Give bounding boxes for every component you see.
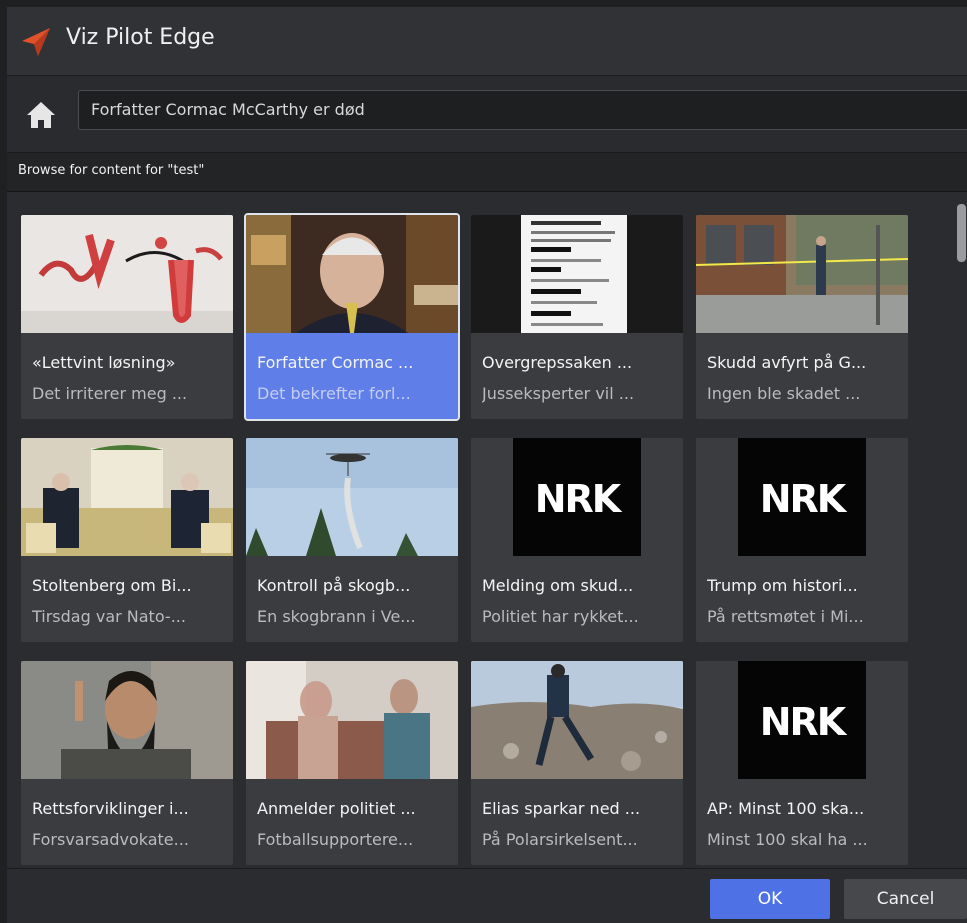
card-subtitle: Minst 100 skal ha ... — [707, 830, 868, 849]
card-subtitle: På rettsmøtet i Mi... — [707, 607, 864, 626]
content-card[interactable]: Skudd avfyrt på G... Ingen ble skadet ..… — [696, 215, 908, 419]
card-subtitle: Politiet har rykket... — [482, 607, 639, 626]
card-subtitle: Jusseksperter vil ... — [482, 384, 635, 403]
content-card[interactable]: NRK Melding om skud... Politiet har rykk… — [471, 438, 683, 642]
cancel-button[interactable]: Cancel — [844, 879, 967, 919]
viz-logo-icon — [22, 28, 50, 56]
content-card[interactable]: Anmelder politiet ... Fotballsupportere.… — [246, 661, 458, 865]
content-card[interactable]: Rettsforviklinger i... Forsvarsadvokate.… — [21, 661, 233, 865]
card-subtitle: Det bekrefter forl... — [257, 384, 411, 403]
content-card[interactable]: NRK Trump om histori... På rettsmøtet i … — [696, 438, 908, 642]
content-card-selected[interactable]: Forfatter Cormac ... Det bekrefter forl.… — [244, 213, 460, 421]
card-thumbnail — [696, 215, 908, 333]
card-title: Overgrepssaken ... — [482, 353, 633, 372]
nrk-logo-icon: NRK — [738, 661, 866, 779]
card-subtitle: En skogbrann i Ve... — [257, 607, 416, 626]
content-card[interactable]: Overgrepssaken ... Jusseksperter vil ... — [471, 215, 683, 419]
app-window: Viz Pilot Edge Forfatter Cormac McCarthy… — [7, 7, 967, 923]
card-subtitle: Det irriterer meg ... — [32, 384, 188, 403]
card-subtitle: Fotballsupportere... — [257, 830, 414, 849]
address-bar: Forfatter Cormac McCarthy er død — [7, 76, 967, 153]
nrk-logo-icon: NRK — [513, 438, 641, 556]
scrollbar-track[interactable] — [947, 192, 967, 868]
app-title: Viz Pilot Edge — [66, 25, 215, 50]
card-title: «Lettvint løsning» — [32, 353, 176, 372]
card-thumbnail — [471, 661, 683, 779]
home-icon[interactable] — [25, 100, 57, 130]
card-title: Rettsforviklinger i... — [32, 799, 189, 818]
content-card[interactable]: NRK AP: Minst 100 ska... Minst 100 skal … — [696, 661, 908, 865]
card-thumbnail: NRK — [696, 661, 908, 779]
card-thumbnail — [21, 661, 233, 779]
card-title: Forfatter Cormac ... — [257, 353, 414, 372]
card-title: Trump om histori... — [707, 576, 858, 595]
card-thumbnail — [246, 438, 458, 556]
card-subtitle: Ingen ble skadet ... — [707, 384, 861, 403]
card-thumbnail — [21, 215, 233, 333]
card-title: Melding om skud... — [482, 576, 634, 595]
card-subtitle: På Polarsirkelsent... — [482, 830, 638, 849]
card-title: Anmelder politiet ... — [257, 799, 416, 818]
card-title: Stoltenberg om Bi... — [32, 576, 192, 595]
card-subtitle: Forsvarsadvokate... — [32, 830, 189, 849]
dialog-footer: OK Cancel — [7, 868, 967, 923]
card-thumbnail — [471, 215, 683, 333]
search-input[interactable]: Forfatter Cormac McCarthy er død — [78, 90, 967, 130]
content-card[interactable]: Elias sparkar ned ... På Polarsirkelsent… — [471, 661, 683, 865]
card-thumbnail — [246, 661, 458, 779]
title-bar: Viz Pilot Edge — [7, 7, 967, 76]
card-title: Skudd avfyrt på G... — [707, 353, 867, 372]
card-title: Kontroll på skogb... — [257, 576, 411, 595]
card-thumbnail: NRK — [471, 438, 683, 556]
content-grid: «Lettvint løsning» Det irriterer meg ...… — [7, 192, 967, 868]
card-title: Elias sparkar ned ... — [482, 799, 641, 818]
card-subtitle: Tirsdag var Nato-... — [32, 607, 186, 626]
browse-header: Browse for content for "test" — [7, 153, 967, 192]
browse-label: Browse for content for "test" — [18, 163, 205, 178]
content-card[interactable]: Kontroll på skogb... En skogbrann i Ve..… — [246, 438, 458, 642]
card-title: AP: Minst 100 ska... — [707, 799, 865, 818]
card-thumbnail — [246, 215, 458, 333]
card-thumbnail — [21, 438, 233, 556]
nrk-logo-icon: NRK — [738, 438, 866, 556]
ok-button[interactable]: OK — [710, 879, 830, 919]
content-card[interactable]: «Lettvint løsning» Det irriterer meg ... — [21, 215, 233, 419]
scrollbar-thumb[interactable] — [957, 204, 966, 262]
card-thumbnail: NRK — [696, 438, 908, 556]
content-card[interactable]: Stoltenberg om Bi... Tirsdag var Nato-..… — [21, 438, 233, 642]
